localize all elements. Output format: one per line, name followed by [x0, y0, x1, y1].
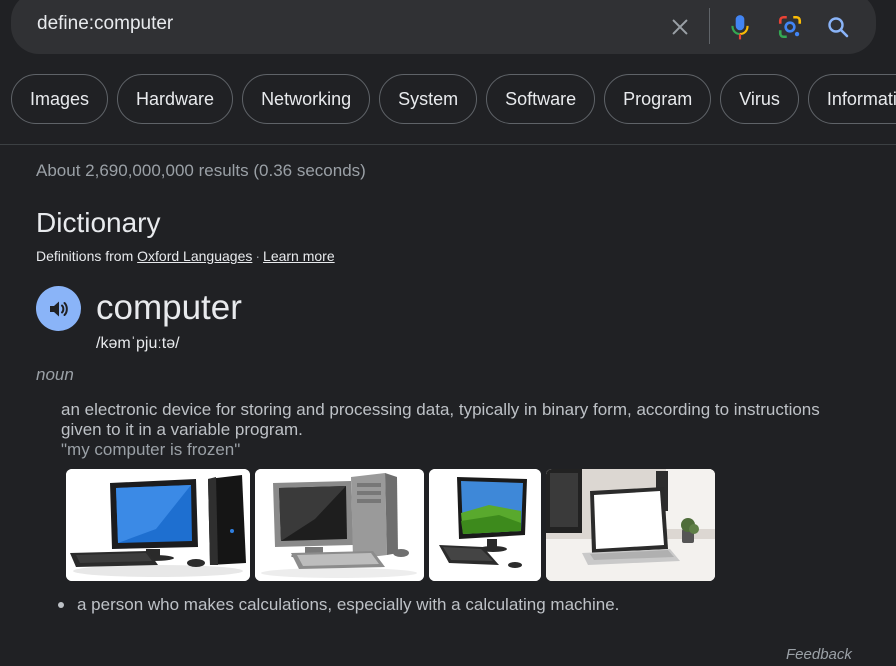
google-lens-icon[interactable]: [777, 14, 803, 40]
dictionary-title: Dictionary: [36, 207, 161, 238]
clear-icon[interactable]: [667, 14, 693, 40]
chip-information[interactable]: Information: [807, 74, 896, 124]
chip-system[interactable]: System: [379, 74, 478, 124]
computer-image-2[interactable]: [255, 469, 424, 581]
pronunciation-speaker-button[interactable]: [36, 286, 81, 331]
chip-virus[interactable]: Virus: [720, 74, 799, 124]
microphone-icon[interactable]: [727, 14, 753, 40]
search-icon[interactable]: [825, 14, 851, 40]
feedback-link[interactable]: Feedback: [786, 646, 852, 663]
part-of-speech: noun: [36, 365, 74, 384]
definition-1: an electronic device for storing and pro…: [61, 400, 820, 439]
search-results-page: define:computer Images Hardware Networki…: [0, 0, 896, 666]
header-divider: [0, 144, 896, 145]
chip-software[interactable]: Software: [486, 74, 596, 124]
image-strip: [66, 469, 715, 581]
definition-2: a person who makes calculations, especia…: [77, 595, 620, 614]
headword: computer: [96, 288, 242, 327]
chip-program[interactable]: Program: [604, 74, 712, 124]
chip-images[interactable]: Images: [11, 74, 109, 124]
computer-image-1[interactable]: [66, 469, 250, 581]
chip-hardware[interactable]: Hardware: [117, 74, 234, 124]
computer-image-3[interactable]: [429, 469, 541, 581]
result-stats: About 2,690,000,000 results (0.36 second…: [36, 161, 366, 180]
search-input[interactable]: define:computer: [37, 13, 173, 35]
search-bar[interactable]: define:computer: [11, 0, 876, 54]
speaker-icon: [49, 301, 68, 316]
searchbar-divider: [709, 8, 710, 44]
definition-2-bullet: [58, 602, 64, 608]
filter-chips: Images Hardware Networking System Softwa…: [11, 74, 896, 124]
source-prefix: Definitions from: [36, 248, 134, 264]
learn-more-link[interactable]: Learn more: [263, 248, 335, 264]
example-1: "my computer is frozen": [61, 440, 241, 459]
oxford-languages-link[interactable]: Oxford Languages: [137, 248, 252, 264]
dictionary-source: Definitions from Oxford Languages · Learn …: [36, 248, 335, 264]
separator: ·: [255, 248, 261, 264]
computer-image-4[interactable]: [546, 469, 715, 581]
phonetic: /kəmˈpjuːtə/: [96, 335, 180, 352]
chip-networking[interactable]: Networking: [242, 74, 371, 124]
